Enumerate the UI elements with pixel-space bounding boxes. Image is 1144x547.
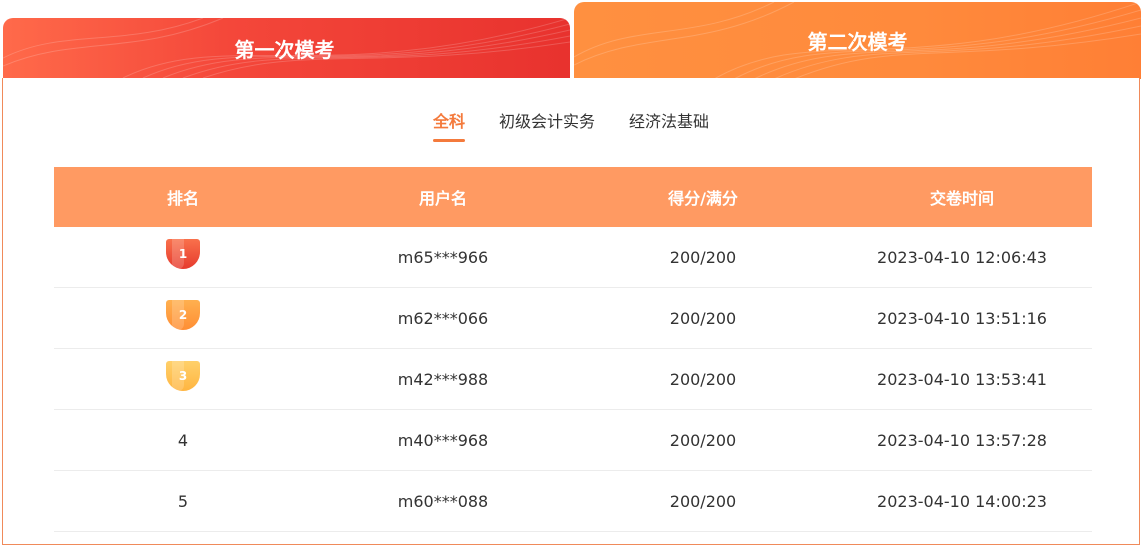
tab-first-mock-exam-label: 第一次模考 xyxy=(234,37,335,62)
username-cell: m40***968 xyxy=(397,430,489,450)
score-cell: 200/200 xyxy=(669,247,737,267)
subject-tabs: 全科 初级会计实务 经济法基础 xyxy=(3,108,1139,142)
subject-tab-all[interactable]: 全科 xyxy=(432,108,465,142)
username-cell: m65***966 xyxy=(397,247,489,267)
rank-number: 1 xyxy=(178,247,188,261)
subject-tab-accounting-practice[interactable]: 初级会计实务 xyxy=(499,108,595,142)
rank-number: 3 xyxy=(178,369,188,383)
rank-cell: 1 xyxy=(54,239,312,269)
rank-cell: 3 xyxy=(54,361,312,391)
score-cell: 200/200 xyxy=(669,308,737,328)
score-cell: 200/200 xyxy=(669,430,737,450)
table-row: 2 m62***066 200/200 2023-04-10 13:51:16 xyxy=(54,288,1092,349)
medal-red-icon: 1 xyxy=(166,239,200,269)
time-cell: 2023-04-10 14:00:23 xyxy=(877,491,1047,511)
header-time: 交卷时间 xyxy=(929,189,994,208)
rank-cell: 2 xyxy=(54,300,312,330)
subject-tab-economic-law[interactable]: 经济法基础 xyxy=(629,108,709,142)
time-cell: 2023-04-10 13:53:41 xyxy=(877,369,1047,389)
rank-cell: 5 xyxy=(177,491,189,511)
score-cell: 200/200 xyxy=(669,369,737,389)
exam-tabs: 第一次模考 第二次模考 xyxy=(0,0,1144,80)
ranking-table: 排名 用户名 得分/满分 交卷时间 1 m65***966 200/200 20… xyxy=(54,167,1092,532)
header-score: 得分/满分 xyxy=(668,189,738,208)
rank-number: 2 xyxy=(178,308,188,322)
table-row: 1 m65***966 200/200 2023-04-10 12:06:43 xyxy=(54,227,1092,288)
table-header: 排名 用户名 得分/满分 交卷时间 xyxy=(54,167,1092,227)
tab-first-mock-exam[interactable]: 第一次模考 xyxy=(3,18,570,78)
medal-orange-icon: 2 xyxy=(166,300,200,330)
tab-second-mock-exam-label: 第二次模考 xyxy=(807,30,908,54)
table-row: 5 m60***088 200/200 2023-04-10 14:00:23 xyxy=(54,471,1092,532)
score-cell: 200/200 xyxy=(669,491,737,511)
time-cell: 2023-04-10 13:51:16 xyxy=(877,308,1047,328)
time-cell: 2023-04-10 12:06:43 xyxy=(877,247,1047,267)
rank-cell: 4 xyxy=(177,430,189,450)
medal-yellow-icon: 3 xyxy=(166,361,200,391)
username-cell: m42***988 xyxy=(397,369,489,389)
header-rank: 排名 xyxy=(166,189,199,208)
table-row: 3 m42***988 200/200 2023-04-10 13:53:41 xyxy=(54,349,1092,410)
ranking-panel: 全科 初级会计实务 经济法基础 排名 用户名 得分/满分 交卷时间 1 m65*… xyxy=(2,78,1140,545)
table-row: 4 m40***968 200/200 2023-04-10 13:57:28 xyxy=(54,410,1092,471)
header-username: 用户名 xyxy=(418,189,467,208)
username-cell: m62***066 xyxy=(397,308,489,328)
time-cell: 2023-04-10 13:57:28 xyxy=(877,430,1047,450)
tab-second-mock-exam[interactable]: 第二次模考 xyxy=(574,2,1141,79)
username-cell: m60***088 xyxy=(397,491,489,511)
